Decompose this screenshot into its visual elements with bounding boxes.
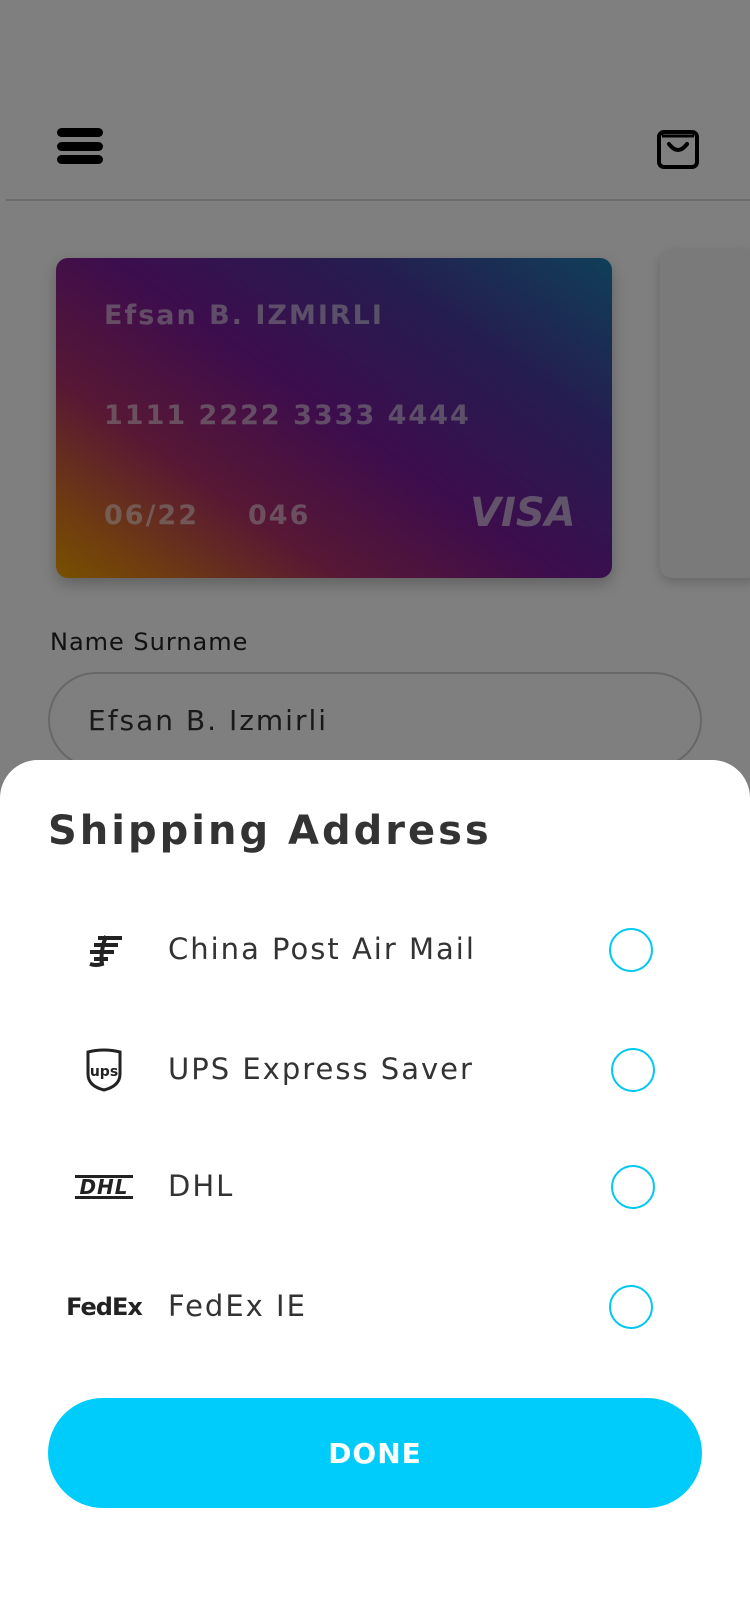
china-post-logo-icon — [66, 928, 142, 972]
fedex-logo-icon: FedEx — [66, 1293, 143, 1321]
shipping-option-ups[interactable]: ups UPS Express Saver — [0, 1030, 750, 1110]
shipping-option-label: DHL — [168, 1169, 235, 1203]
shipping-address-sheet: Shipping Address China Post Air Mail ups… — [0, 760, 750, 1624]
shipping-option-label: UPS Express Saver — [168, 1052, 474, 1086]
ups-logo-icon: ups — [66, 1048, 142, 1092]
shipping-option-radio[interactable] — [611, 1048, 655, 1092]
dhl-logo-icon: DHL — [66, 1165, 142, 1209]
shipping-option-radio[interactable] — [611, 1165, 655, 1209]
svg-text:ups: ups — [90, 1064, 118, 1080]
shipping-option-dhl[interactable]: DHL DHL — [0, 1147, 750, 1227]
done-button[interactable]: DONE — [48, 1398, 702, 1508]
sheet-title: Shipping Address — [48, 808, 492, 854]
shipping-option-radio[interactable] — [609, 1285, 653, 1329]
shipping-option-china-post[interactable]: China Post Air Mail — [0, 910, 750, 990]
shipping-option-fedex[interactable]: FedEx FedEx IE — [0, 1267, 750, 1347]
shipping-option-label: China Post Air Mail — [168, 932, 476, 966]
shipping-option-label: FedEx IE — [168, 1289, 307, 1323]
shipping-option-radio[interactable] — [609, 928, 653, 972]
